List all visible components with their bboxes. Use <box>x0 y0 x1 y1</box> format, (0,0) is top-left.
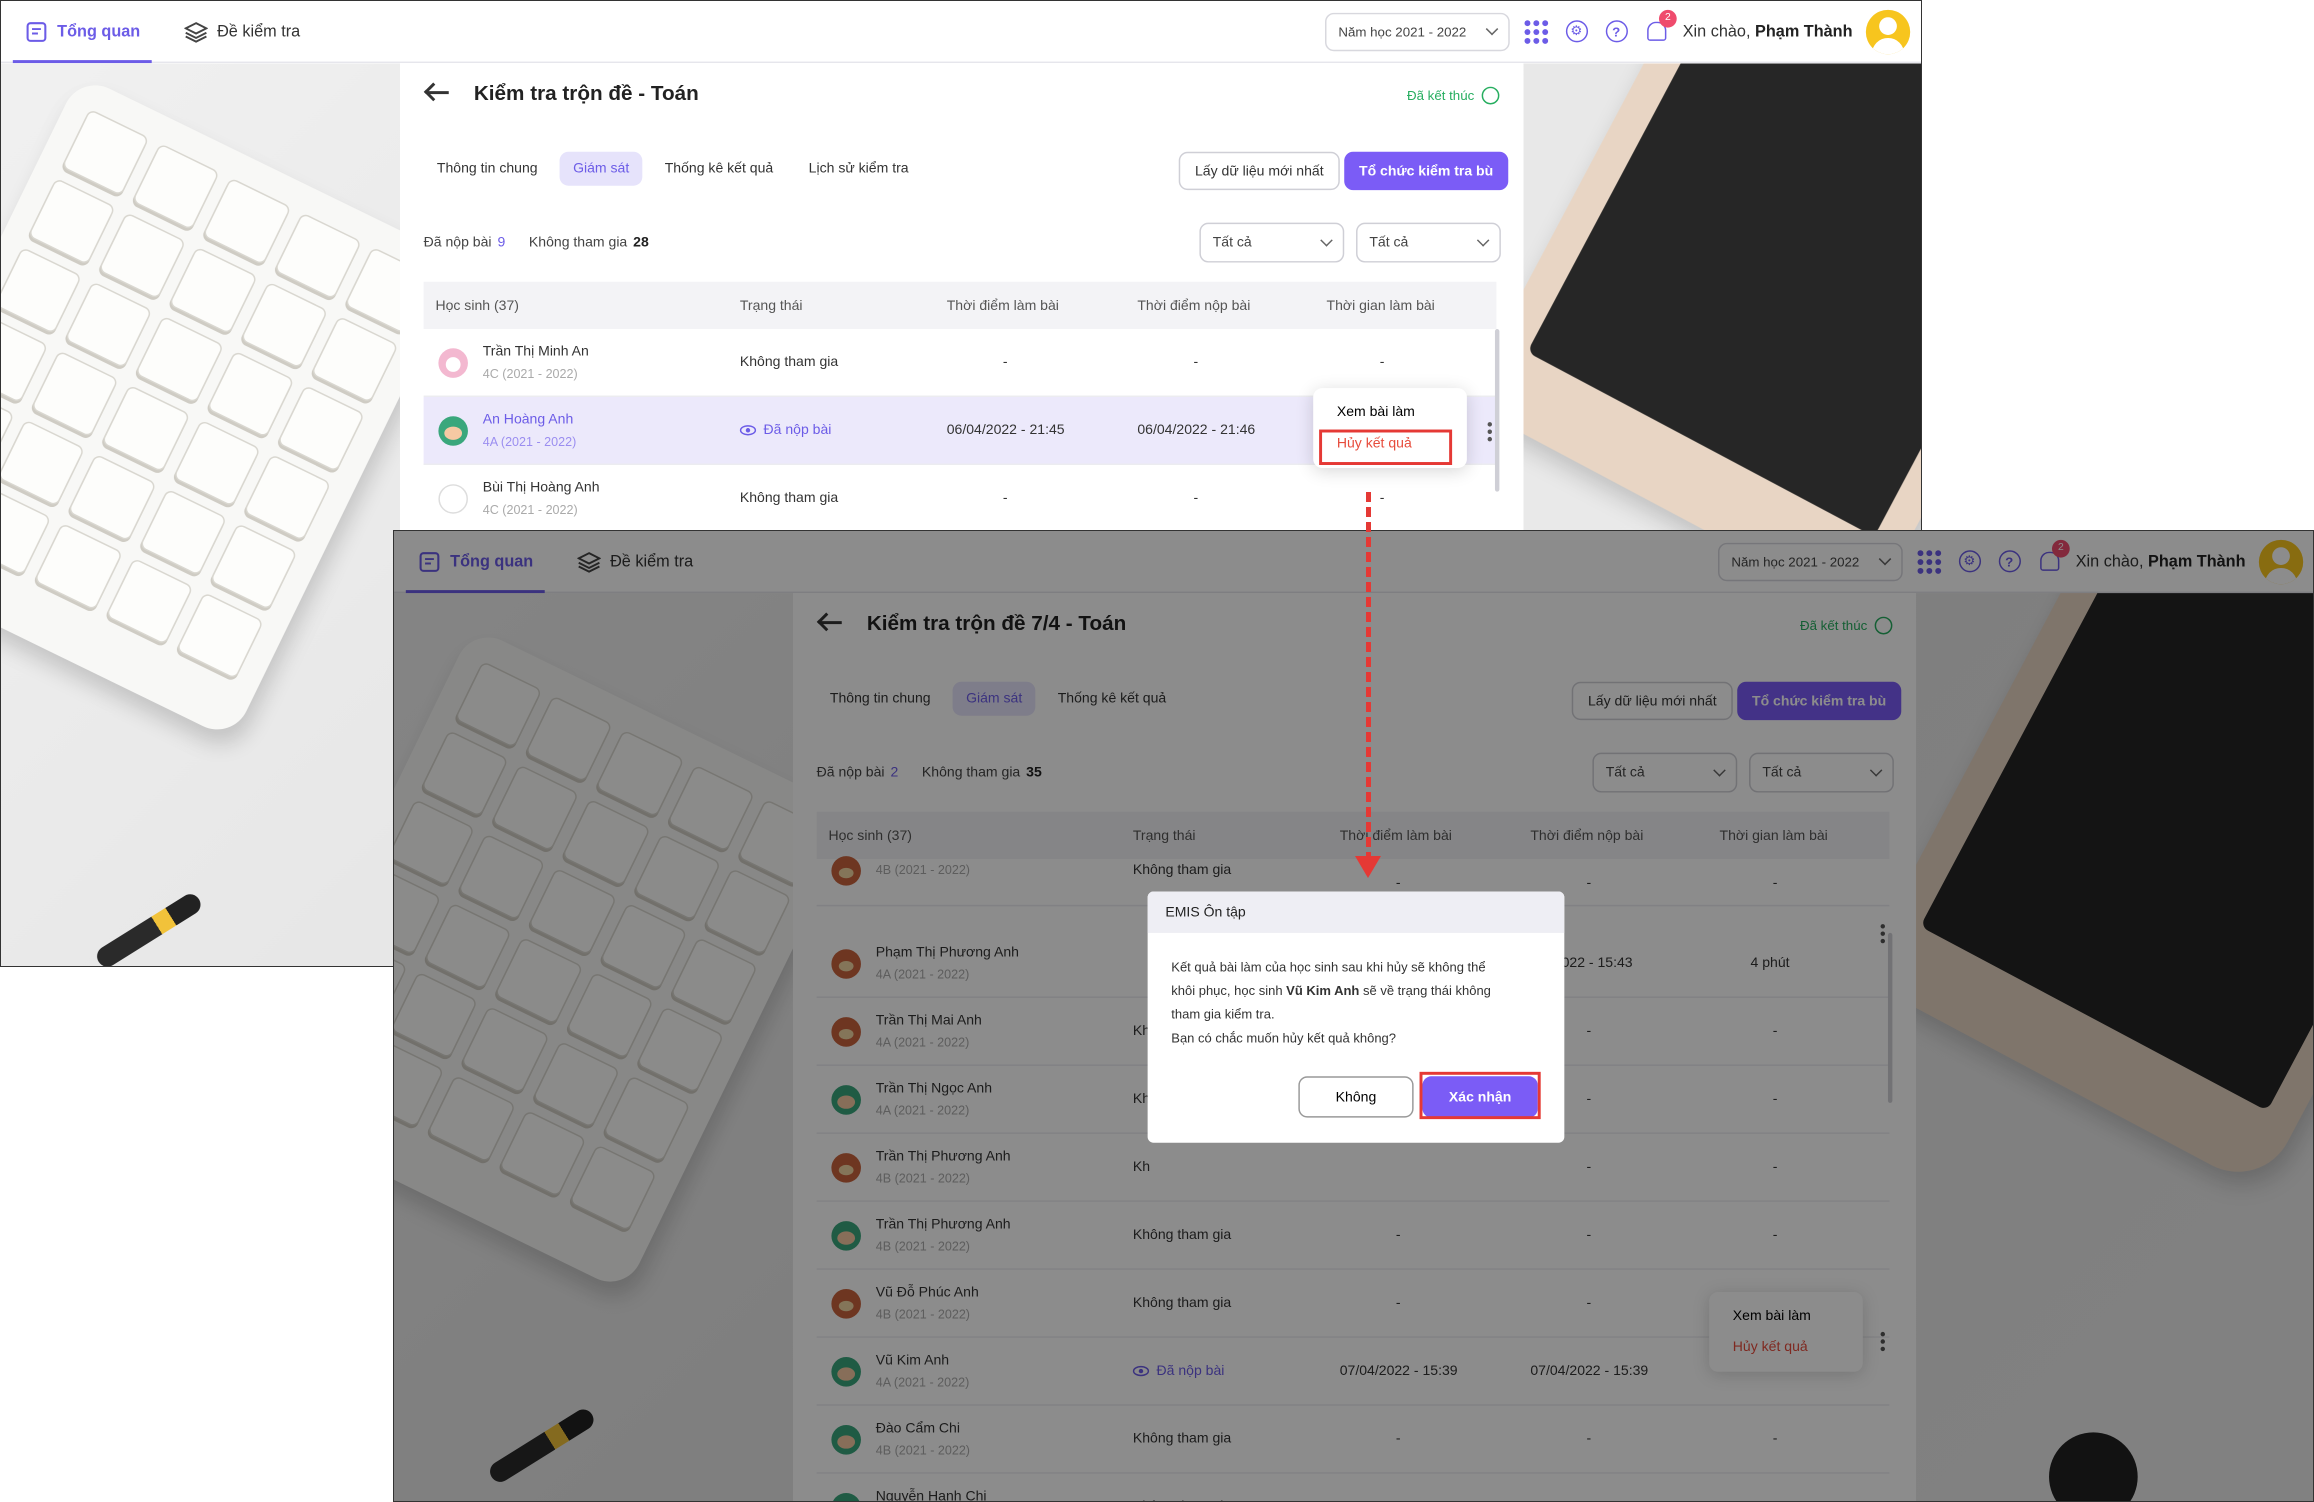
dialog-title: EMIS Ôn tập <box>1147 891 1565 933</box>
arrow-head-icon <box>1355 856 1381 878</box>
stat-absent: Không tham gia 28 <box>529 234 649 250</box>
status-badge: Đã kết thúc <box>1406 86 1500 105</box>
refresh-data-button[interactable]: Lấy dữ liệu mới nhất <box>1178 151 1340 191</box>
table-row: Trần Thị Minh An 4C (2021 - 2022) Không t… <box>423 329 1497 398</box>
col-status: Trạng thái <box>739 297 803 314</box>
chevron-down-icon <box>1476 234 1490 247</box>
dialog-line-2b: sẽ về trạng thái không <box>1363 983 1491 998</box>
screenshot-confirm-dialog: Tổng quan Đề kiểm tra Năm học 2021 - 202… <box>393 530 2314 1502</box>
row-submit: - <box>1193 354 1199 371</box>
row-duration: - <box>1379 490 1385 507</box>
student-avatar <box>438 416 468 446</box>
composite-tutorial-image: Tổng quan Đề kiểm tra Năm học 2021 - 202… <box>0 0 2314 1502</box>
col-student: Học sinh (37) <box>435 297 519 314</box>
stat-submitted-value: 9 <box>497 234 506 251</box>
greeting: Xin chào, Phạm Thành <box>1683 22 1853 40</box>
dialog-line-4: Bạn có chắc muốn hủy kết quả không? <box>1171 1030 1397 1046</box>
eye-icon <box>739 425 757 436</box>
student-name: Bùi Thị Hoàng Anh <box>482 479 600 497</box>
row-actions-kebab-icon[interactable] <box>1487 419 1494 444</box>
greeting-text: Xin chào, <box>1682 22 1751 41</box>
dialog-line-3: tham gia kiểm tra. <box>1171 1006 1275 1022</box>
table-header: Học sinh (37) Trạng thái Thời điểm làm b… <box>423 281 1497 330</box>
gear-icon[interactable]: ⚙ <box>1563 18 1590 45</box>
stat-absent-value: 28 <box>633 234 649 251</box>
back-arrow-icon[interactable] <box>424 82 451 103</box>
row-status-text: Đã nộp bài <box>763 422 832 439</box>
dialog-student-name: Vũ Kim Anh <box>1286 983 1360 998</box>
dialog-message: Kết quả bài làm của học sinh sau khi hủy… <box>1148 933 1565 1050</box>
student-class: 4C (2021 - 2022) <box>482 365 578 381</box>
chevron-down-icon <box>1320 234 1333 247</box>
highlight-confirm-button <box>1419 1071 1541 1120</box>
school-year-value: Năm học 2021 - 2022 <box>1338 23 1467 39</box>
tab-monitoring[interactable]: Giám sát <box>559 151 643 186</box>
tab-history[interactable]: Lịch sử kiểm tra <box>795 152 922 186</box>
student-class: 4A (2021 - 2022) <box>482 433 577 449</box>
tab-statistics[interactable]: Thống kê kết quả <box>651 152 786 186</box>
student-class: 4C (2021 - 2022) <box>482 501 578 517</box>
submission-stats: Đã nộp bài 9 Không tham gia 28 <box>424 234 649 250</box>
status-text: Đã kết thúc <box>1406 88 1475 103</box>
table-scrollbar[interactable] <box>1494 329 1500 492</box>
dialog-line-2a: khôi phục, học sinh <box>1171 983 1283 998</box>
stat-submitted-label: Đã nộp bài <box>423 234 492 251</box>
class-filter-value: Tất cả <box>1369 234 1409 251</box>
apps-grid-icon[interactable] <box>1523 18 1550 45</box>
student-name: An Hoàng Anh <box>482 411 574 429</box>
chevron-down-icon <box>1485 22 1499 36</box>
makeup-exam-button[interactable]: Tổ chức kiểm tra bù <box>1344 151 1508 191</box>
row-start: - <box>1002 490 1008 507</box>
stat-submitted: Đã nộp bài 9 <box>424 234 506 250</box>
class-filter-select[interactable]: Tất cả <box>1356 222 1501 263</box>
student-name: Trần Thị Minh An <box>482 343 589 361</box>
clock-icon <box>1481 86 1500 105</box>
row-submit: - <box>1193 490 1199 507</box>
nav-tab-exams-label: Đề kiểm tra <box>217 22 301 41</box>
highlight-cancel-result <box>1319 429 1453 465</box>
row-status: Không tham gia <box>739 490 839 507</box>
row-submit: 06/04/2022 - 21:46 <box>1137 422 1256 439</box>
stat-absent-label: Không tham gia <box>528 234 628 251</box>
help-icon[interactable]: ? <box>1603 18 1630 45</box>
overview-icon <box>26 21 47 42</box>
status-filter-select[interactable]: Tất cả <box>1199 222 1345 263</box>
row-duration: - <box>1379 354 1385 371</box>
row-status: Không tham gia <box>739 354 839 371</box>
dialog-line-1: Kết quả bài làm của học sinh sau khi hủy… <box>1171 959 1486 975</box>
avatar[interactable] <box>1865 9 1911 54</box>
row-start: - <box>1002 354 1008 371</box>
school-year-select[interactable]: Năm học 2021 - 2022 <box>1325 12 1510 51</box>
col-submit-time: Thời điểm nộp bài <box>1137 297 1251 314</box>
user-name: Phạm Thành <box>1755 22 1853 41</box>
pen-photo <box>93 890 205 966</box>
notification-badge: 2 <box>1659 9 1677 27</box>
dashed-arrow-connector <box>1366 492 1371 862</box>
student-avatar <box>438 348 468 378</box>
row-status-submitted[interactable]: Đã nộp bài <box>739 422 832 439</box>
top-navigation: Tổng quan Đề kiểm tra Năm học 2021 - 202… <box>1 1 1921 64</box>
student-avatar <box>438 484 468 514</box>
menu-view-submission[interactable]: Xem bài làm <box>1313 397 1467 428</box>
panel-tabs: Thông tin chung Giám sát Thống kê kết qu… <box>424 151 922 186</box>
status-filter-value: Tất cả <box>1212 234 1252 251</box>
nav-tab-exams[interactable]: Đề kiểm tra <box>173 1 312 62</box>
layers-icon <box>184 21 209 42</box>
nav-tab-overview[interactable]: Tổng quan <box>12 1 153 63</box>
col-start-time: Thời điểm làm bài <box>946 297 1059 314</box>
dialog-no-button[interactable]: Không <box>1298 1076 1414 1118</box>
table-row: Bùi Thị Hoàng Anh 4C (2021 - 2022) Không … <box>423 464 1497 533</box>
col-duration: Thời gian làm bài <box>1326 297 1435 314</box>
row-start: 06/04/2022 - 21:45 <box>946 422 1065 439</box>
tab-general-info[interactable]: Thông tin chung <box>424 152 551 186</box>
page-title: Kiểm tra trộn đề - Toán <box>473 80 699 105</box>
phone-photo <box>1463 1 1921 618</box>
nav-tab-overview-label: Tổng quan <box>57 22 141 41</box>
bell-icon[interactable]: 2 <box>1643 9 1677 45</box>
